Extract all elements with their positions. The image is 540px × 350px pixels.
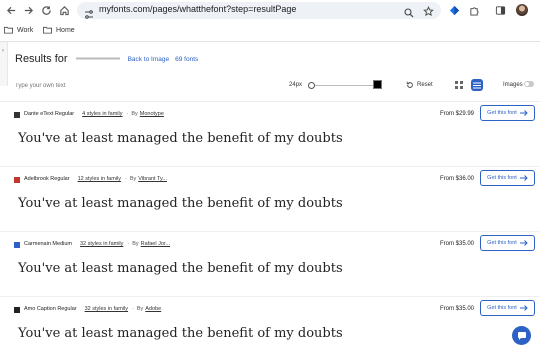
arrow-right-icon bbox=[519, 240, 528, 246]
get-this-font-label: Get this font bbox=[487, 305, 517, 311]
font-result-row[interactable]: Adelbrook Regular 12 styles in family · … bbox=[0, 167, 540, 232]
bookmark-home[interactable]: Home bbox=[43, 26, 75, 34]
reset-label: Reset bbox=[417, 82, 433, 88]
meta-separator: · bbox=[132, 306, 134, 312]
font-result-row[interactable]: Carmenain Medium 32 styles in family · B… bbox=[0, 232, 540, 297]
by-label: By bbox=[132, 241, 139, 247]
foundry-logo-icon bbox=[14, 112, 20, 118]
font-result-row[interactable]: Dante eText Regular 4 styles in family ·… bbox=[0, 102, 540, 167]
back-arrow-icon[interactable] bbox=[5, 4, 18, 17]
get-this-font-label: Get this font bbox=[487, 240, 517, 246]
font-sample-text[interactable]: You've at least managed the benefit of m… bbox=[18, 131, 343, 146]
font-meta: Carmenain Medium 32 styles in family · B… bbox=[24, 241, 170, 247]
slider-thumb[interactable] bbox=[308, 82, 315, 89]
styles-in-family-link[interactable]: 32 styles in family bbox=[80, 241, 123, 247]
font-name[interactable]: Adelbrook Regular bbox=[24, 176, 70, 182]
styles-in-family-link[interactable]: 4 styles in family bbox=[82, 111, 122, 117]
meta-separator: · bbox=[124, 176, 127, 182]
list-icon bbox=[473, 82, 481, 88]
reload-icon[interactable] bbox=[40, 4, 53, 17]
foundry-link[interactable]: Adobe bbox=[145, 306, 161, 312]
images-toggle-label: Images bbox=[503, 82, 523, 88]
address-bar[interactable]: myfonts.com/pages/whatthefont?step=resul… bbox=[77, 2, 441, 19]
styles-in-family-link[interactable]: 32 styles in family bbox=[85, 306, 128, 312]
bookmarks-bar: Work Home bbox=[0, 21, 540, 41]
font-price: From $35.00 bbox=[440, 306, 475, 312]
font-name[interactable]: Dante eText Regular bbox=[24, 111, 74, 117]
get-this-font-button[interactable]: Get this font bbox=[480, 105, 535, 121]
profile-avatar[interactable] bbox=[516, 4, 528, 16]
font-price: From $36.00 bbox=[440, 176, 475, 182]
results-header: Results for Back to Image 69 fonts bbox=[15, 53, 198, 65]
styles-in-family-link[interactable]: 12 styles in family bbox=[78, 176, 121, 182]
slider-track bbox=[311, 85, 373, 86]
font-meta: Amo Caption Regular 32 styles in family … bbox=[24, 306, 161, 312]
font-price: From $29.99 bbox=[440, 111, 475, 117]
preview-toolbar: 24px Reset Images bbox=[15, 78, 540, 94]
url-text[interactable]: myfonts.com/pages/whatthefont?step=resul… bbox=[99, 4, 296, 14]
by-label: By bbox=[131, 111, 138, 117]
browser-nav-row: myfonts.com/pages/whatthefont?step=resul… bbox=[0, 0, 540, 21]
chat-icon bbox=[517, 331, 526, 340]
custom-text-input[interactable] bbox=[15, 79, 215, 93]
by-label: By bbox=[129, 176, 137, 182]
get-this-font-button[interactable]: Get this font bbox=[480, 170, 535, 186]
foundry-link[interactable]: Rafael Jor... bbox=[141, 241, 170, 247]
folder-icon bbox=[4, 26, 13, 34]
font-name[interactable]: Carmenain Medium bbox=[24, 241, 72, 247]
foundry-link[interactable]: Vibrant Ty... bbox=[138, 176, 167, 182]
get-this-font-button[interactable]: Get this font bbox=[480, 300, 535, 316]
browser-chrome: myfonts.com/pages/whatthefont?step=resul… bbox=[0, 0, 540, 42]
get-this-font-button[interactable]: Get this font bbox=[480, 235, 535, 251]
foundry-logo-icon bbox=[14, 177, 20, 183]
chat-button[interactable] bbox=[512, 326, 531, 345]
results-count: 69 fonts bbox=[175, 55, 199, 63]
forward-arrow-icon[interactable] bbox=[22, 4, 35, 17]
foundry-logo-icon bbox=[14, 307, 20, 313]
images-toggle[interactable] bbox=[524, 81, 534, 87]
reset-icon bbox=[406, 81, 413, 88]
folder-icon bbox=[43, 26, 52, 34]
font-size-slider[interactable] bbox=[308, 81, 375, 90]
font-name[interactable]: Amo Caption Regular bbox=[24, 306, 77, 312]
side-panel-icon[interactable] bbox=[494, 4, 507, 17]
meta-separator: · bbox=[126, 111, 129, 117]
arrow-right-icon bbox=[519, 110, 528, 116]
font-meta: Adelbrook Regular 12 styles in family · … bbox=[24, 176, 167, 182]
grid-icon bbox=[455, 81, 463, 89]
arrow-right-icon bbox=[519, 175, 528, 181]
extensions-puzzle-icon[interactable] bbox=[468, 4, 481, 17]
font-sample-text[interactable]: You've at least managed the benefit of m… bbox=[18, 261, 343, 276]
font-sample-text[interactable]: You've at least managed the benefit of m… bbox=[18, 326, 343, 341]
meta-separator: · bbox=[127, 241, 130, 247]
bookmark-label: Home bbox=[56, 26, 75, 34]
page-title: Results for bbox=[15, 53, 68, 65]
by-label: By bbox=[136, 306, 144, 312]
get-this-font-label: Get this font bbox=[487, 110, 517, 116]
home-icon[interactable] bbox=[58, 4, 71, 17]
font-price: From $35.00 bbox=[440, 241, 475, 247]
text-color-swatch[interactable] bbox=[373, 80, 382, 89]
chevron-right-icon: › bbox=[2, 48, 4, 54]
foundry-logo-icon bbox=[14, 242, 20, 248]
query-image-thumbnail bbox=[75, 56, 120, 62]
filters-side-tab[interactable]: › bbox=[0, 42, 8, 86]
bookmark-label: Work bbox=[17, 26, 34, 34]
arrow-right-icon bbox=[519, 305, 528, 311]
grid-view-button[interactable] bbox=[453, 79, 465, 91]
bookmark-star-icon[interactable] bbox=[423, 4, 434, 22]
extension-diamond-icon[interactable] bbox=[448, 4, 461, 17]
get-this-font-label: Get this font bbox=[487, 175, 517, 181]
list-view-button[interactable] bbox=[471, 79, 483, 91]
font-sample-text[interactable]: You've at least managed the benefit of m… bbox=[18, 196, 343, 211]
font-size-label: 24px bbox=[289, 82, 303, 88]
reset-button[interactable]: Reset bbox=[406, 81, 433, 89]
foundry-link[interactable]: Monotype bbox=[140, 111, 164, 117]
bookmark-work[interactable]: Work bbox=[4, 26, 33, 34]
font-meta: Dante eText Regular 4 styles in family ·… bbox=[24, 111, 164, 117]
back-to-image-link[interactable]: Back to Image bbox=[128, 56, 170, 63]
font-result-row[interactable]: Amo Caption Regular 32 styles in family … bbox=[0, 297, 540, 350]
